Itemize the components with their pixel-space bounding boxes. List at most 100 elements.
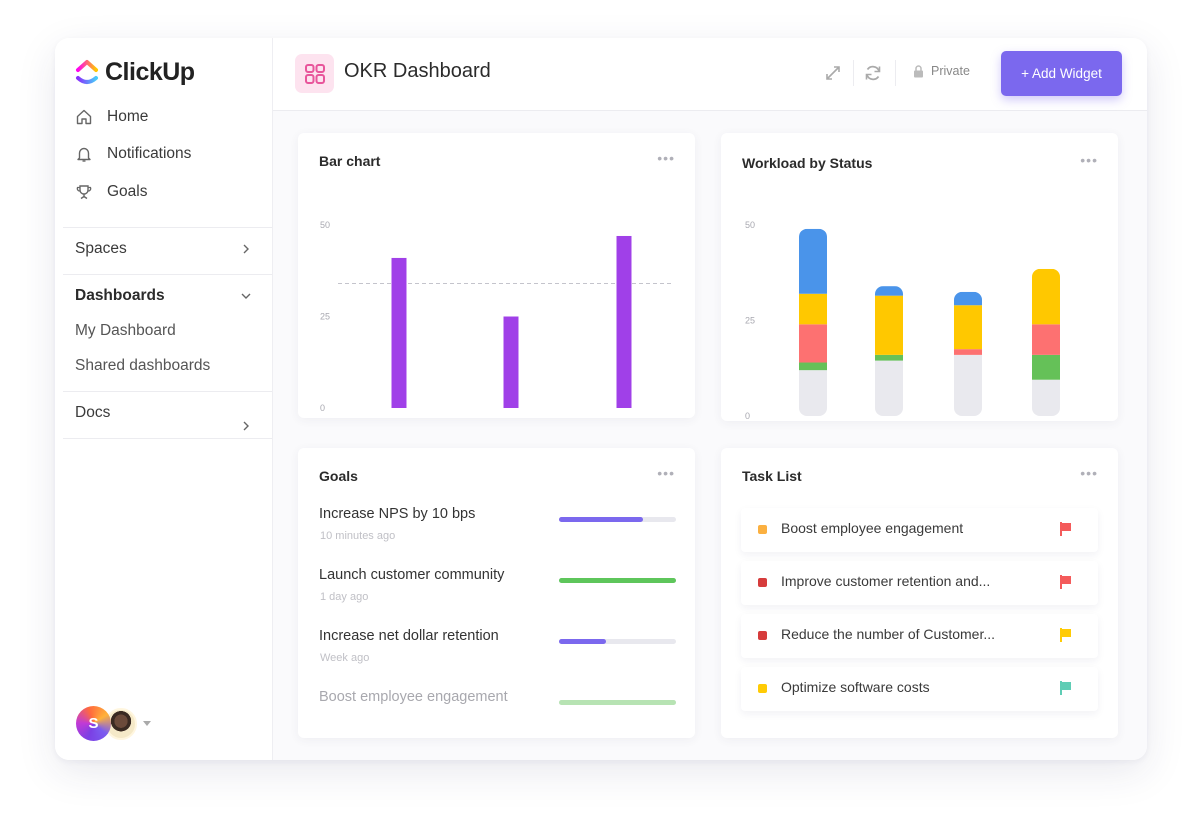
sidebar-item-shared-dashboards[interactable]: Shared dashboards <box>75 357 210 375</box>
goal-progress-bar <box>559 700 676 705</box>
dashboard-icon <box>295 54 334 93</box>
goal-item[interactable]: Increase NPS by 10 bps 10 minutes ago <box>319 506 676 566</box>
expand-icon[interactable] <box>823 63 843 83</box>
goal-item[interactable]: Boost employee engagement <box>319 689 676 749</box>
main-content: OKR Dashboard Private + Add Widget Bar c… <box>273 38 1147 760</box>
task-item[interactable]: Improve customer retention and... <box>741 561 1098 605</box>
priority-flag-icon[interactable] <box>1059 627 1073 643</box>
bar-segment-green <box>1032 354 1060 380</box>
task-item[interactable]: Optimize software costs <box>741 667 1098 711</box>
y-tick-label: 0 <box>745 411 750 421</box>
bar-segment-blue <box>799 228 827 294</box>
bar-segment-gray <box>954 354 982 416</box>
add-widget-button[interactable]: + Add Widget <box>1001 51 1122 96</box>
task-item[interactable]: Boost employee engagement <box>741 508 1098 552</box>
stacked-bar <box>799 228 827 416</box>
bell-icon <box>77 147 91 162</box>
task-name: Optimize software costs <box>781 679 930 695</box>
sidebar-section-docs[interactable]: Docs <box>75 404 252 440</box>
widget-title: Goals <box>319 468 358 484</box>
chevron-right-icon <box>243 244 249 254</box>
workload-widget: Workload by Status ••• 02550Q1Q2Q3Q4 <box>721 133 1118 421</box>
goal-item[interactable]: Launch customer community 1 day ago <box>319 567 676 627</box>
goal-timestamp: Week ago <box>320 652 370 664</box>
priority-flag-icon[interactable] <box>1059 521 1073 537</box>
y-tick-label: 25 <box>320 312 330 322</box>
divider <box>63 274 272 275</box>
status-indicator <box>758 578 767 587</box>
bar-segment-gray <box>875 360 903 416</box>
goal-progress-fill <box>559 639 606 644</box>
trophy-icon <box>76 185 92 200</box>
task-name: Reduce the number of Customer... <box>781 626 995 642</box>
divider <box>63 227 272 228</box>
user-avatars[interactable]: S <box>76 706 151 741</box>
privacy-label: Private <box>931 64 970 78</box>
divider <box>853 60 854 86</box>
caret-down-icon[interactable] <box>143 721 151 726</box>
bar-segment-yellow <box>954 305 982 350</box>
y-tick-label: 50 <box>320 220 330 230</box>
bar-segment-gray <box>1032 379 1060 416</box>
refresh-icon[interactable] <box>863 63 883 83</box>
privacy-toggle[interactable]: Private <box>913 64 970 78</box>
task-name: Improve customer retention and... <box>781 573 991 589</box>
task-item[interactable]: Reduce the number of Customer... <box>741 614 1098 658</box>
sidebar-item-home[interactable]: Home <box>75 108 148 126</box>
bar-segment-red <box>954 349 982 355</box>
stacked-bar <box>1032 268 1060 416</box>
bar <box>503 316 519 408</box>
priority-flag-icon[interactable] <box>1059 680 1073 696</box>
workload-chart-plot: 02550Q1Q2Q3Q4 <box>745 220 1060 421</box>
divider <box>895 60 896 86</box>
sidebar-item-notifications[interactable]: Notifications <box>75 145 191 163</box>
goal-progress-fill <box>559 700 676 705</box>
goal-title: Increase NPS by 10 bps <box>319 506 476 522</box>
bar-segment-red <box>799 324 827 363</box>
bar-segment-blue <box>875 286 903 296</box>
goal-title: Launch customer community <box>319 567 505 583</box>
dashboards-label: Dashboards <box>75 287 165 304</box>
bar-segment-gray <box>799 370 827 416</box>
goals-widget: Goals ••• Increase NPS by 10 bps 10 minut… <box>298 448 695 738</box>
more-options-icon[interactable]: ••• <box>1080 465 1098 481</box>
bar-segment-green <box>875 354 903 361</box>
avatar[interactable]: S <box>76 706 111 741</box>
goal-progress-fill <box>559 517 644 522</box>
home-icon <box>76 109 92 125</box>
more-options-icon[interactable]: ••• <box>657 465 675 481</box>
bar-segment-yellow <box>799 293 827 325</box>
task-list-widget: Task List ••• Boost employee engagement I… <box>721 448 1118 738</box>
chevron-down-icon <box>241 293 251 299</box>
status-indicator <box>758 684 767 693</box>
sidebar: ClickUp Home Notifications Goals Spaces … <box>55 38 273 760</box>
bar-segment-blue <box>954 291 982 306</box>
page-title: OKR Dashboard <box>344 60 491 82</box>
sidebar-item-label: Home <box>107 108 149 125</box>
brand-name: ClickUp <box>105 58 195 86</box>
bar <box>391 257 407 408</box>
logo[interactable]: ClickUp <box>75 58 195 87</box>
sidebar-item-goals[interactable]: Goals <box>75 183 148 201</box>
bar <box>616 235 632 408</box>
bar-segment-yellow <box>1032 268 1060 325</box>
goal-title: Boost employee engagement <box>319 689 508 705</box>
sidebar-item-my-dashboard[interactable]: My Dashboard <box>75 322 176 340</box>
task-name: Boost employee engagement <box>781 520 964 536</box>
bar-segment-red <box>1032 324 1060 355</box>
sidebar-section-dashboards[interactable]: Dashboards <box>75 287 252 305</box>
divider <box>63 438 272 439</box>
bar-chart-plot: 02550Improve customerretentionReduce cus… <box>320 220 673 413</box>
priority-flag-icon[interactable] <box>1059 574 1073 590</box>
bar-segment-yellow <box>875 295 903 355</box>
status-indicator <box>758 631 767 640</box>
stacked-bar <box>954 291 982 416</box>
sidebar-section-spaces[interactable]: Spaces <box>75 240 252 258</box>
spaces-label: Spaces <box>75 240 127 257</box>
bar-segment-green <box>799 362 827 371</box>
sidebar-item-label: Goals <box>107 183 148 200</box>
divider <box>63 391 272 392</box>
goal-progress-bar <box>559 517 676 522</box>
goal-item[interactable]: Increase net dollar retention Week ago <box>319 628 676 688</box>
chevron-right-icon <box>243 421 249 431</box>
